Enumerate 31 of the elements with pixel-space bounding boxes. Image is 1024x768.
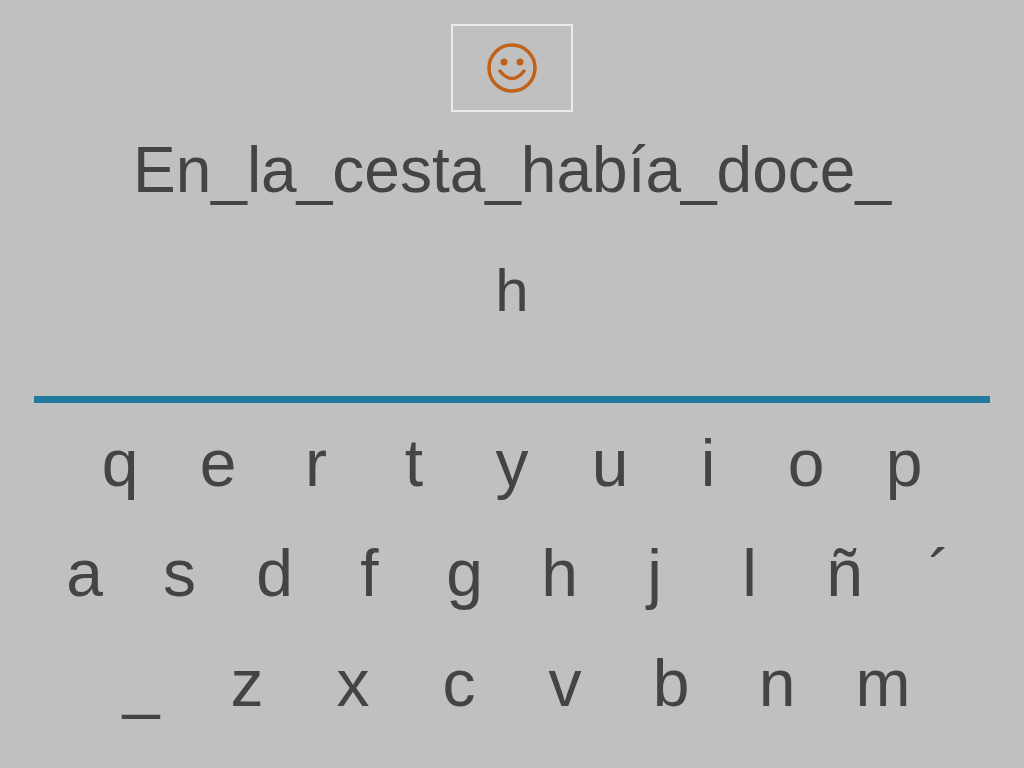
letter-key[interactable]: g — [417, 533, 512, 613]
sentence-text: En_la_cesta_había_doce_ — [133, 133, 891, 208]
smiley-icon-button[interactable] — [451, 24, 573, 112]
letter-key[interactable]: f — [322, 533, 417, 613]
answer-text: h — [495, 256, 529, 326]
letter-key[interactable]: l — [702, 533, 797, 613]
smiley-icon — [486, 42, 538, 94]
letter-key[interactable]: t — [365, 423, 463, 503]
letter-key[interactable]: d — [227, 533, 322, 613]
letter-key[interactable]: b — [618, 643, 724, 723]
letter-key[interactable]: n — [724, 643, 830, 723]
letter-key[interactable]: ´ — [892, 533, 987, 613]
letter-key[interactable]: z — [194, 643, 300, 723]
letter-key[interactable]: p — [855, 423, 953, 503]
letter-key[interactable]: i — [659, 423, 757, 503]
letter-key[interactable]: ñ — [797, 533, 892, 613]
letter-key[interactable]: x — [300, 643, 406, 723]
letter-key[interactable]: r — [267, 423, 365, 503]
letter-key[interactable]: s — [132, 533, 227, 613]
letter-key[interactable]: y — [463, 423, 561, 503]
letter-key[interactable]: o — [757, 423, 855, 503]
letter-key[interactable]: j — [607, 533, 702, 613]
letter-key[interactable]: c — [406, 643, 512, 723]
letter-key[interactable]: e — [169, 423, 267, 503]
letter-key[interactable]: h — [512, 533, 607, 613]
letter-key[interactable]: q — [71, 423, 169, 503]
letter-key[interactable]: u — [561, 423, 659, 503]
letter-key[interactable]: m — [830, 643, 936, 723]
letter-key[interactable]: a — [37, 533, 132, 613]
letter-key[interactable]: _ — [88, 643, 194, 723]
letter-key[interactable]: v — [512, 643, 618, 723]
